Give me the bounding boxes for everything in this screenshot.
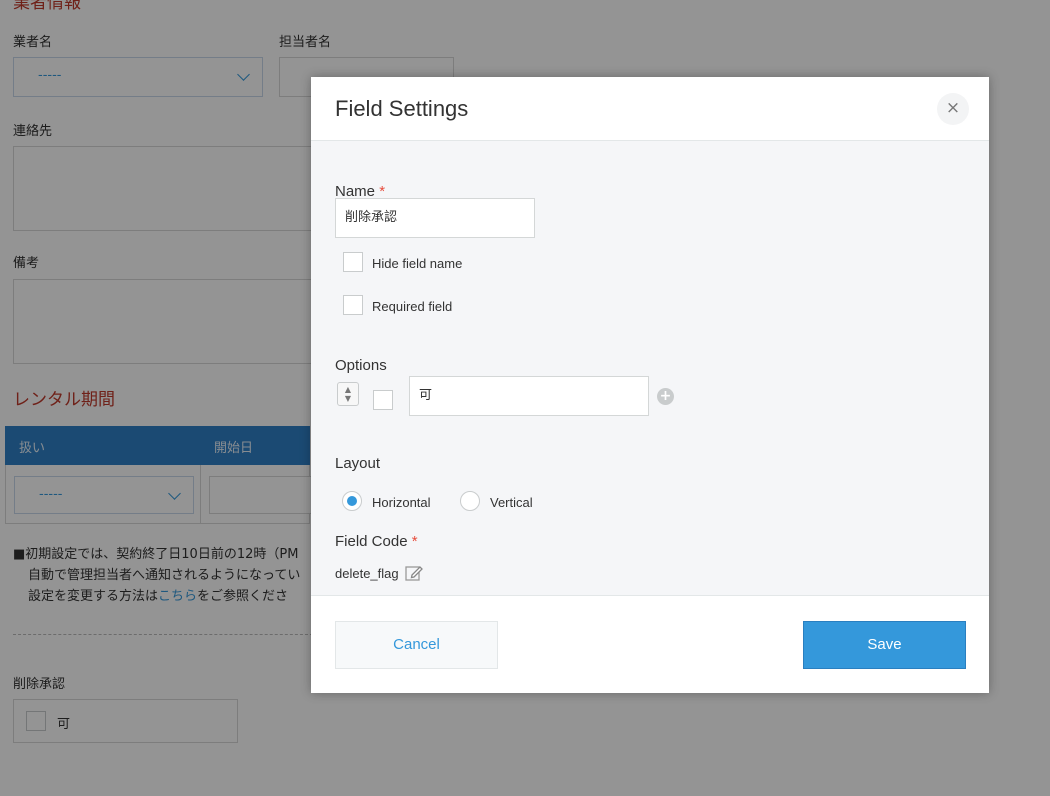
option-input[interactable]: 可 (409, 376, 649, 416)
reorder-handle[interactable]: ▲ ▼ (337, 382, 359, 406)
dialog-header: Field Settings × (311, 77, 989, 141)
hide-field-name-label: Hide field name (372, 256, 463, 271)
required-field-label: Required field (372, 299, 453, 314)
layout-horizontal-radio[interactable] (342, 491, 362, 511)
option-default-checkbox[interactable] (373, 390, 393, 410)
required-mark: * (411, 533, 418, 550)
layout-horizontal-label: Horizontal (372, 495, 431, 510)
layout-label: Layout (335, 455, 381, 472)
layout-vertical-radio[interactable] (460, 491, 480, 511)
name-input[interactable]: 削除承認 (335, 198, 535, 238)
field-settings-dialog: Field Settings × Name * 削除承認 Hide field … (311, 77, 989, 693)
required-field-checkbox[interactable] (343, 295, 363, 315)
close-button[interactable]: × (937, 93, 969, 125)
cancel-button[interactable]: Cancel (335, 621, 498, 669)
field-code-label: Field Code * (335, 533, 418, 550)
edit-icon[interactable] (405, 564, 423, 582)
dialog-footer: Cancel Save (311, 596, 989, 693)
dialog-body: Name * 削除承認 Hide field name Required fie… (311, 141, 989, 596)
options-label: Options (335, 357, 387, 374)
layout-vertical-label: Vertical (490, 495, 533, 510)
save-button[interactable]: Save (803, 621, 966, 669)
plus-icon: + (659, 388, 672, 404)
add-option-button[interactable]: + (657, 388, 674, 405)
field-code-value: delete_flag (335, 566, 399, 581)
dialog-title: Field Settings (335, 96, 469, 121)
close-icon: × (945, 98, 961, 118)
hide-field-name-checkbox[interactable] (343, 252, 363, 272)
